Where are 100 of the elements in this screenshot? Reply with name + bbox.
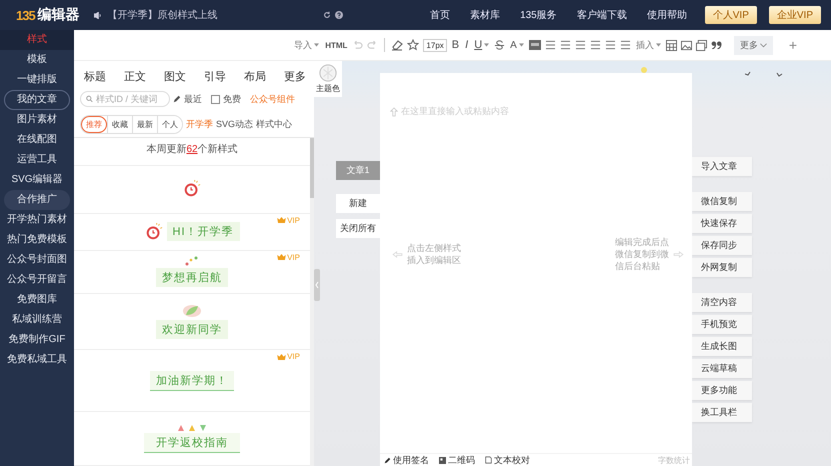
sidebar-item[interactable]: 图片素材 [4, 110, 70, 130]
theme-color-button[interactable]: 主题色 [314, 61, 342, 97]
sidebar-item[interactable]: 合作推广 [4, 190, 70, 210]
sidebar-item[interactable]: 模板 [4, 50, 70, 70]
announcement-link[interactable]: 【开学季】原创样式上线 [108, 8, 218, 22]
nav-link[interactable]: 首页 [430, 8, 450, 22]
left-arrow-icon [392, 250, 403, 258]
sidebar-item[interactable]: 公众号封面图 [4, 250, 70, 270]
category-tab[interactable]: 布局 [244, 68, 266, 84]
clock-icon [144, 222, 162, 241]
sidebar-item[interactable]: 在线配图 [4, 130, 70, 150]
pen-icon [384, 456, 391, 464]
quote-icon[interactable] [710, 41, 722, 49]
sidebar-item[interactable]: 一键排版 [4, 70, 70, 90]
vip-badge: VIP [277, 352, 300, 362]
action-button[interactable]: 换工具栏 [692, 403, 752, 422]
font-size-select[interactable]: 17px [423, 38, 447, 52]
image-icon[interactable] [680, 40, 692, 50]
table-icon[interactable] [666, 40, 677, 50]
collapse-handle-icon[interactable] [314, 269, 320, 301]
right-arrow-icon [673, 250, 684, 258]
paragraph-format-icon[interactable] [560, 40, 571, 50]
paragraph-format-icon[interactable] [620, 40, 631, 50]
document-tab[interactable]: 关闭所有 [336, 219, 380, 238]
category-tab[interactable]: 图文 [164, 68, 186, 84]
caret-icon [518, 42, 524, 47]
sidebar-item[interactable]: 样式 [0, 30, 74, 50]
footer-tool[interactable]: 二维码 [439, 454, 475, 466]
sidebar-item[interactable]: 热门免费模板 [4, 230, 70, 250]
nav-link[interactable]: 使用帮助 [646, 8, 687, 22]
font-color-button[interactable]: A [509, 40, 525, 50]
sun-icon [641, 67, 647, 73]
filter-tab[interactable]: 个人 [157, 116, 182, 132]
paragraph-format-icon[interactable] [574, 40, 586, 50]
chevron-down-icon [760, 42, 767, 48]
nav-link[interactable]: 135服务 [520, 8, 557, 22]
action-button[interactable]: 保存同步 [692, 236, 752, 255]
category-tab[interactable]: 标题 [84, 68, 106, 84]
paragraph-format-icon[interactable] [544, 40, 556, 50]
vip-badge: VIP [277, 252, 300, 262]
caret-icon [484, 43, 490, 48]
vip-button[interactable]: 企业VIP [768, 6, 821, 24]
filter-link[interactable]: SVG动态 [216, 118, 254, 130]
eraser-icon[interactable] [391, 39, 404, 51]
italic-button[interactable]: I [464, 39, 470, 51]
sidebar-item[interactable]: 免费私域工具 [4, 350, 70, 370]
category-tab[interactable]: 更多 [284, 68, 306, 84]
sidebar-item[interactable]: 开学热门素材 [4, 210, 70, 230]
hint-text: 编辑完成后点 [615, 236, 669, 248]
free-checkbox[interactable] [211, 94, 220, 104]
vip-button[interactable]: 个人VIP [704, 6, 757, 24]
action-button[interactable]: 微信复制 [692, 192, 752, 211]
highlight-icon[interactable] [528, 40, 541, 50]
action-button[interactable]: 外网复制 [692, 258, 752, 277]
document-icon [485, 456, 492, 464]
star-icon[interactable] [407, 39, 420, 51]
html-button[interactable]: HTML [324, 40, 348, 50]
action-button[interactable]: 手机预览 [692, 315, 752, 334]
category-tab[interactable]: 正文 [124, 68, 146, 84]
sparkle-icon [185, 256, 199, 266]
nav-link[interactable]: 素材库 [470, 8, 500, 22]
action-button[interactable]: 清空内容 [692, 293, 752, 312]
footer-tool[interactable]: 文本校对 [485, 454, 530, 466]
sidebar-item[interactable]: 运营工具 [4, 150, 70, 170]
sidebar-item[interactable]: 我的文章 [4, 90, 70, 110]
filter-link[interactable]: 样式中心 [256, 118, 292, 130]
sidebar-item[interactable]: 公众号开留言 [4, 270, 70, 290]
sidebar-item[interactable]: 免费图库 [4, 290, 70, 310]
import-button[interactable]: 导入 [293, 38, 320, 52]
action-button[interactable]: 更多功能 [692, 381, 752, 400]
sidebar-item[interactable]: 私域训练营 [4, 310, 70, 330]
hint-text: 点击左侧样式 [407, 242, 461, 254]
action-button[interactable]: 快速保存 [692, 214, 752, 233]
gallery-icon[interactable] [696, 40, 707, 50]
document-tab[interactable]: 新建 [336, 194, 380, 213]
refresh-icon[interactable] [322, 11, 331, 19]
nav-link[interactable]: 客户端下载 [576, 8, 627, 22]
category-tab[interactable]: 引导 [204, 68, 226, 84]
sidebar-item[interactable]: 免费制作GIF [4, 330, 70, 350]
insert-button[interactable]: 插入 [634, 38, 662, 52]
recent-link[interactable]: 最近 [184, 92, 202, 106]
footer-tool[interactable]: 使用签名 [384, 454, 429, 466]
action-button[interactable]: 生成长图 [692, 337, 752, 356]
underline-button[interactable]: U [473, 39, 490, 51]
strikethrough-icon[interactable] [494, 40, 506, 50]
search-icon [86, 95, 93, 103]
help-icon[interactable] [334, 11, 343, 19]
more-button[interactable]: 更多 [734, 36, 773, 54]
action-button[interactable]: 导入文章 [692, 157, 752, 176]
bold-button[interactable]: B [450, 39, 460, 51]
paragraph-format-icon[interactable] [590, 40, 601, 50]
scrollbar[interactable] [310, 138, 314, 466]
hint-text: 插入到编辑区 [407, 254, 461, 266]
leaf-icon [182, 304, 202, 318]
action-button[interactable]: 云端草稿 [692, 359, 752, 378]
add-button[interactable]: + [782, 36, 803, 54]
sidebar-item[interactable]: SVG编辑器 [4, 170, 70, 190]
paragraph-format-icon[interactable] [604, 40, 616, 50]
search-field[interactable]: 样式ID / 关键词 [80, 91, 170, 107]
caret-icon [656, 43, 661, 48]
